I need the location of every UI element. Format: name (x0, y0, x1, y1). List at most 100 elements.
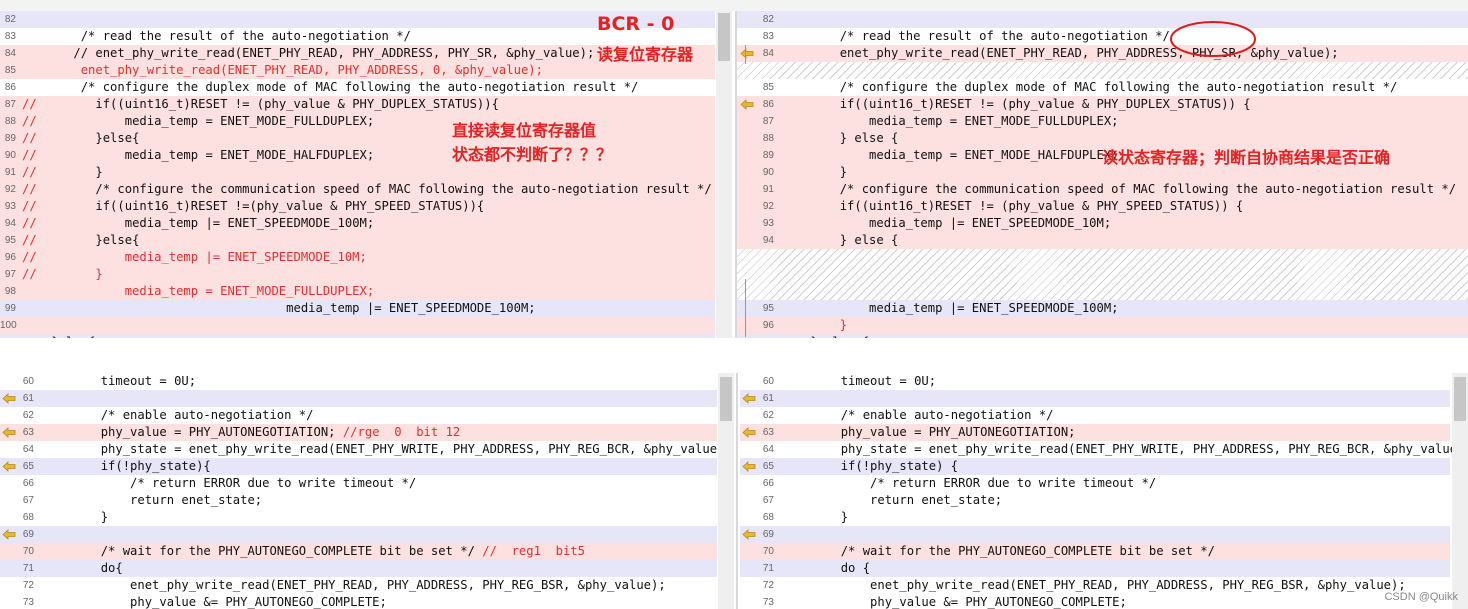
code-line[interactable]: 61 (740, 390, 1450, 407)
line-number: 73 (762, 597, 774, 608)
watermark: CSDN @Quikk (1384, 591, 1458, 603)
code-line[interactable]: 87 media_temp = ENET_MODE_FULLDUPLEX; (737, 113, 1468, 130)
code-line[interactable]: 72 enet_phy_write_read(ENET_PHY_READ, PH… (740, 577, 1450, 594)
code-line[interactable]: 98 media_temp = ENET_MODE_FULLDUPLEX; (0, 283, 715, 300)
line-number: 66 (762, 478, 774, 489)
code-text: } (781, 165, 848, 179)
code-line[interactable]: 83 /* read the result of the auto-negoti… (737, 28, 1468, 45)
code-line[interactable]: 85 /* configure the duplex mode of MAC f… (737, 79, 1468, 96)
direct-read-annotation-line2: 状态都不判断了？？？ (452, 145, 613, 164)
code-line[interactable]: 86 /* configure the duplex mode of MAC f… (0, 79, 715, 96)
code-line[interactable]: 91 /* configure the communication speed … (737, 181, 1468, 198)
code-line[interactable]: 64 phy_state = enet_phy_write_read(ENET_… (740, 441, 1468, 458)
code-line[interactable]: 82 (737, 11, 1468, 28)
line-number: 67 (22, 495, 34, 506)
code-line[interactable]: 92 if((uint16_t)RESET != (phy_value & PH… (737, 198, 1468, 215)
code-line[interactable]: 100 (0, 317, 715, 334)
code-line[interactable]: 62 /* enable auto-negotiation */ (0, 407, 717, 424)
code-line[interactable]: 101 }else{ (0, 334, 715, 338)
top-right-diff-pane[interactable]: 82 83 /* read the result of the auto-nego… (737, 11, 1468, 338)
code-text: // media_temp |= ENET_SPEEDMODE_10M; (22, 250, 367, 264)
code-line[interactable]: 99 media_temp |= ENET_SPEEDMODE_100M; (0, 300, 715, 317)
code-line[interactable] (737, 62, 1468, 79)
code-text: } (42, 510, 109, 524)
code-line[interactable]: 60 timeout = 0U; (0, 373, 717, 390)
top-right-change-marker (745, 279, 746, 337)
code-line[interactable]: 88 // media_temp = ENET_MODE_FULLDUPLEX; (0, 113, 715, 130)
code-text: // } (22, 165, 103, 179)
code-line[interactable]: 70 /* wait for the PHY_AUTONEGO_COMPLETE… (740, 543, 1450, 560)
code-line[interactable]: 65 if(!phy_state) { (740, 458, 1450, 475)
code-line[interactable]: 93 media_temp |= ENET_SPEEDMODE_10M; (737, 215, 1468, 232)
line-number: 84 (4, 48, 16, 59)
code-line[interactable]: 71 do{ (0, 560, 717, 577)
code-line[interactable]: 92 // /* configure the communication spee… (0, 181, 715, 198)
line-number: 86 (762, 99, 774, 110)
code-line[interactable]: 72 enet_phy_write_read(ENET_PHY_READ, PH… (0, 577, 717, 594)
code-line[interactable]: 67 return enet_state; (740, 492, 1450, 509)
code-line[interactable]: 95 media_temp |= ENET_SPEEDMODE_100M; (737, 300, 1468, 317)
line-number: 70 (762, 546, 774, 557)
code-line[interactable]: 93 // if((uint16_t)RESET !=(phy_value & P… (0, 198, 715, 215)
comment-prefix: // (22, 148, 37, 162)
code-line[interactable]: 71 do { (740, 560, 1450, 577)
line-number (737, 283, 774, 300)
code-line[interactable]: 69 (0, 526, 717, 543)
bottom-right-diff-pane[interactable]: 60 timeout = 0U; 61 62 /* enable auto-nego… (740, 373, 1468, 609)
comment-prefix: // (22, 114, 37, 128)
line-number (737, 62, 774, 79)
code-line[interactable]: 73 phy_value &= PHY_AUTONEGO_COMPLETE; (0, 594, 717, 609)
code-text: // /* configure the communication speed … (22, 182, 712, 196)
code-line[interactable]: 94 // media_temp |= ENET_SPEEDMODE_100M; (0, 215, 715, 232)
code-line[interactable]: 97 // } (0, 266, 715, 283)
code-line[interactable] (737, 249, 1468, 266)
code-line[interactable]: 73 phy_value &= PHY_AUTONEGO_COMPLETE; (740, 594, 1450, 609)
code-line[interactable]: 65 if(!phy_state){ (0, 458, 717, 475)
code-line[interactable]: 63 phy_value = PHY_AUTONEGOTIATION; (740, 424, 1450, 441)
code-text: if((uint16_t)RESET != (phy_value & PHY_S… (781, 199, 1244, 213)
code-line[interactable]: 96 } (737, 317, 1468, 334)
comment-prefix: // (22, 97, 37, 111)
code-line[interactable]: 63 phy_value = PHY_AUTONEGOTIATION; //rg… (0, 424, 717, 441)
code-line[interactable]: 97 } else { (737, 334, 1468, 338)
code-line[interactable]: 68 } (740, 509, 1450, 526)
bottom-right-scrollbar-thumb[interactable] (1454, 377, 1466, 421)
comment-prefix: // (22, 216, 37, 230)
code-text: /* read the result of the auto-negotiati… (22, 29, 411, 43)
line-number: 93 (762, 218, 774, 229)
code-text: enet_phy_write_read(ENET_PHY_READ, PHY_A… (22, 63, 543, 77)
code-line[interactable]: 95 // }else{ (0, 232, 715, 249)
code-line[interactable]: 96 // media_temp |= ENET_SPEEDMODE_10M; (0, 249, 715, 266)
code-line[interactable]: 70 /* wait for the PHY_AUTONEGO_COMPLETE… (0, 543, 717, 560)
code-line[interactable]: 61 (0, 390, 717, 407)
code-line[interactable]: 62 /* enable auto-negotiation */ (740, 407, 1450, 424)
inline-comment: // reg1 bit5 (482, 544, 585, 558)
code-text: if(!phy_state){ (42, 459, 211, 473)
bottom-left-diff-pane[interactable]: 60 timeout = 0U; 61 62 /* enable auto-nego… (0, 373, 735, 609)
code-line[interactable]: 60 timeout = 0U; (740, 373, 1450, 390)
code-line[interactable]: 66 /* return ERROR due to write timeout … (740, 475, 1450, 492)
line-number: 72 (762, 580, 774, 591)
code-line[interactable]: 94 } else { (737, 232, 1468, 249)
code-text: // media_temp = ENET_MODE_HALFDUPLEX; (22, 148, 375, 162)
code-text: /* wait for the PHY_AUTONEGO_COMPLETE bi… (782, 544, 1215, 558)
inline-comment: //rge 0 bit 12 (342, 425, 461, 439)
code-line[interactable]: 87 // if((uint16_t)RESET != (phy_value & … (0, 96, 715, 113)
code-line[interactable]: 67 return enet_state; (0, 492, 717, 509)
code-line[interactable]: 91 // } (0, 164, 715, 181)
line-number: 70 (22, 546, 34, 557)
code-line[interactable]: 64 phy_state = enet_phy_write_read(ENET_… (0, 441, 732, 458)
code-line[interactable]: 86 if((uint16_t)RESET != (phy_value & PH… (737, 96, 1468, 113)
code-line[interactable] (737, 283, 1468, 300)
line-number: 97 (737, 334, 774, 338)
line-number: 90 (762, 167, 774, 178)
code-line[interactable]: 84 enet_phy_write_read(ENET_PHY_READ, PH… (737, 45, 1468, 62)
bottom-left-scrollbar-thumb[interactable] (720, 377, 732, 421)
line-number: 85 (762, 82, 774, 93)
code-text: // }else{ (22, 233, 140, 247)
code-line[interactable]: 68 } (0, 509, 717, 526)
top-left-scrollbar-thumb[interactable] (718, 13, 730, 61)
code-line[interactable]: 69 (740, 526, 1450, 543)
code-line[interactable] (737, 266, 1468, 283)
code-line[interactable]: 66 /* return ERROR due to write timeout … (0, 475, 717, 492)
